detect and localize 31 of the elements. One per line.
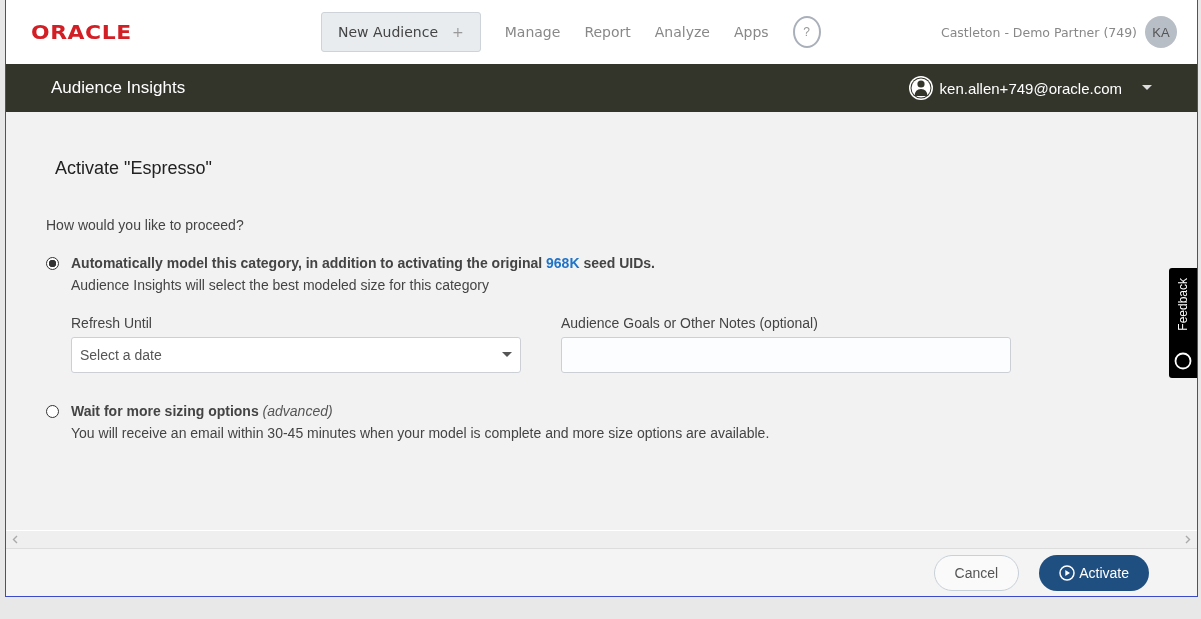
nav-link[interactable]: Analyze (642, 24, 722, 40)
user-icon (907, 75, 934, 101)
option-label[interactable]: Wait for more sizing options (advanced) (71, 403, 770, 419)
app-title: Audience Insights (51, 78, 186, 98)
notes-field[interactable] (561, 337, 1011, 373)
avatar[interactable]: KA (1145, 16, 1177, 48)
caret-icon (502, 352, 512, 358)
question-text: How would you like to proceed? (46, 217, 245, 233)
activate-button[interactable]: Activate (1039, 554, 1149, 591)
field-label: Refresh Until (71, 315, 153, 331)
scroll-right-icon (1185, 535, 1191, 544)
cancel-button[interactable]: Cancel (933, 554, 1020, 591)
play-icon (1059, 564, 1076, 581)
user-email[interactable]: ken.allen+749@oracle.com (939, 79, 1122, 97)
new-audience-button[interactable]: New Audience + (321, 12, 481, 52)
option-label[interactable]: Automatically model this category, in addition to activating the original 968K seed UIDs. (71, 255, 1011, 271)
page-title: Activate "Espresso" (55, 158, 213, 179)
date-dropdown[interactable]: Select a date (71, 337, 521, 373)
nav-link[interactable]: Report (572, 24, 643, 40)
option-description: You will receive an email within 30-45 minutes when your model is complete and more size options are available. (71, 425, 770, 441)
feedback-tab[interactable]: Feedback (1169, 268, 1197, 378)
option-description: Audience Insights will select the best modeled size for this category (71, 277, 490, 293)
caret-icon (1142, 85, 1152, 91)
oracle-logo[interactable]: ORACLE (31, 21, 132, 43)
field-label: Audience Goals or Other Notes (optional) (561, 315, 819, 331)
scroll-left-icon (12, 535, 18, 544)
account-name[interactable]: Castleton - Demo Partner (749) (940, 24, 1137, 40)
nav-link[interactable]: Manage (492, 24, 573, 40)
radio-button[interactable] (46, 405, 59, 418)
nav-link[interactable]: Apps (721, 24, 781, 40)
radio-button[interactable] (46, 257, 59, 270)
